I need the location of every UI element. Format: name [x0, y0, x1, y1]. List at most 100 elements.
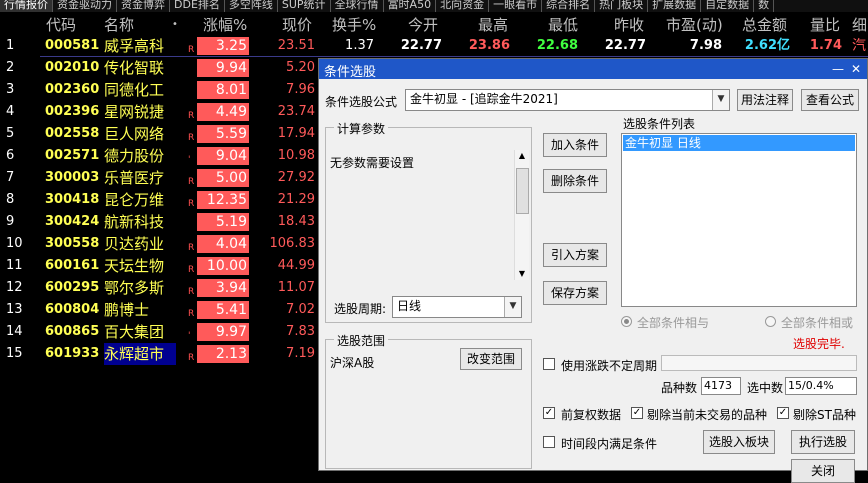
delete-condition-button[interactable]: 删除条件	[543, 169, 607, 193]
period-value: 日线	[397, 299, 422, 313]
stock-code: 600804	[45, 302, 100, 317]
tab-dde[interactable]: DDE排名	[170, 0, 225, 12]
row-index: 11	[6, 258, 23, 273]
selected-value: 15/0.4%	[785, 377, 857, 395]
radio-and-label: 全部条件相与	[637, 316, 710, 330]
scope-group: 选股范围 沪深A股 改变范围	[325, 332, 532, 469]
add-to-board-button[interactable]: 选股入板块	[703, 430, 775, 454]
tab-fund-drive[interactable]: 资金驱动力	[53, 0, 117, 12]
header-star: •	[172, 19, 178, 30]
tab-long-short[interactable]: 多空阵线	[225, 0, 278, 12]
condition-list[interactable]: 金牛初显 日线	[621, 133, 857, 307]
save-plan-button[interactable]: 保存方案	[543, 281, 607, 305]
selected-label: 选中数	[747, 381, 784, 395]
pre-adjust-checkbox[interactable]: ✓	[543, 407, 555, 419]
view-formula-button[interactable]: 查看公式	[801, 89, 859, 111]
close-icon[interactable]: ✕	[849, 62, 863, 76]
tab-a50[interactable]: 富时A50	[384, 0, 437, 12]
tab-quote[interactable]: 行情报价	[0, 0, 53, 12]
header-code[interactable]: 代码	[46, 14, 76, 36]
exclude-suspended-checkbox[interactable]: ✓	[631, 407, 643, 419]
time-range-checkbox[interactable]	[543, 436, 555, 448]
exclude-st-checkbox[interactable]: ✓	[777, 407, 789, 419]
use-volatile-period-checkbox[interactable]	[543, 358, 555, 370]
header-turnover[interactable]: 换手%	[332, 14, 376, 36]
stock-code: 000581	[45, 38, 100, 53]
formula-label: 条件选股公式	[325, 95, 398, 109]
tab-custom[interactable]: 自定数据	[701, 0, 755, 12]
tab-hot-sector[interactable]: 热门板块	[595, 0, 649, 12]
pre-adjust-label: 前复权数据	[561, 408, 622, 422]
header-high[interactable]: 最高	[478, 14, 508, 36]
header-industry[interactable]: 细	[852, 14, 867, 36]
industry: 汽	[852, 38, 866, 54]
change-pct: 12.35	[197, 191, 249, 209]
tab-ranking[interactable]: 综合排名	[542, 0, 596, 12]
current-price: 17.94	[277, 126, 315, 141]
stock-code: 002558	[45, 126, 100, 141]
stock-code: 300424	[45, 214, 100, 229]
tab-fund-game[interactable]: 资金博弈	[117, 0, 170, 12]
scroll-thumb[interactable]	[516, 168, 529, 214]
tab-extended[interactable]: 扩展数据	[648, 0, 702, 12]
stock-code: 600161	[45, 258, 100, 273]
pe-ratio: 7.98	[689, 38, 722, 53]
period-label: 选股周期:	[334, 302, 387, 316]
change-scope-button[interactable]: 改变范围	[460, 348, 522, 370]
tab-overview[interactable]: 一眼看市	[489, 0, 543, 12]
tab-northbound[interactable]: 北向资金	[436, 0, 490, 12]
header-name[interactable]: 名称	[104, 14, 134, 36]
current-price: 7.96	[286, 82, 315, 97]
tab-sup[interactable]: SUP统计	[278, 0, 331, 12]
formula-value: 金牛初显 - [追踪金牛2021]	[410, 92, 558, 106]
stock-name: 昆仑万维	[104, 191, 165, 209]
table-row[interactable]: 1 000581 威孚高科 R 3.25 23.51 1.37 22.77 23…	[0, 35, 868, 57]
chevron-down-icon[interactable]: ▼	[504, 297, 521, 317]
header-amount[interactable]: 总金额	[742, 14, 787, 36]
stock-name: 巨人网络	[104, 125, 165, 143]
period-select[interactable]: 日线 ▼	[392, 296, 522, 318]
header-pe[interactable]: 市盈(动)	[666, 14, 723, 36]
load-plan-button[interactable]: 引入方案	[543, 243, 607, 267]
header-pct[interactable]: 涨幅%	[203, 14, 247, 36]
current-price: 23.74	[277, 104, 315, 119]
change-pct: 9.04	[197, 147, 249, 165]
add-condition-button[interactable]: 加入条件	[543, 133, 607, 157]
scope-title: 选股范围	[334, 332, 389, 349]
tab-more[interactable]: 数	[754, 0, 775, 12]
radio-and[interactable]	[621, 316, 632, 327]
current-price: 5.20	[286, 60, 315, 75]
current-price: 18.43	[277, 214, 315, 229]
tab-global[interactable]: 全球行情	[331, 0, 384, 12]
count-value: 4173	[701, 377, 741, 395]
close-button[interactable]: 关闭	[791, 459, 855, 483]
calc-params-title: 计算参数	[334, 120, 389, 137]
row-index: 7	[6, 170, 15, 185]
header-open[interactable]: 今开	[408, 14, 438, 36]
radio-or[interactable]	[765, 316, 776, 327]
minimize-icon[interactable]: —	[831, 62, 845, 76]
stock-code: 300418	[45, 192, 100, 207]
execute-button[interactable]: 执行选股	[791, 430, 855, 454]
dialog-titlebar[interactable]: 条件选股 — ✕	[319, 59, 867, 80]
scope-value: 沪深A股	[330, 356, 375, 370]
header-low[interactable]: 最低	[548, 14, 578, 36]
row-index: 12	[6, 280, 23, 295]
formula-select[interactable]: 金牛初显 - [追踪金牛2021] ▼	[405, 89, 730, 111]
header-price[interactable]: 现价	[282, 14, 312, 36]
condition-list-title: 选股条件列表	[623, 117, 696, 131]
row-index: 2	[6, 60, 15, 75]
exclude-st-label: 剔除ST品种	[793, 408, 856, 422]
change-pct: 10.00	[197, 257, 249, 275]
chevron-down-icon[interactable]: ▼	[712, 90, 729, 110]
header-vol-ratio[interactable]: 量比	[810, 14, 840, 36]
params-scrollbar[interactable]: ▲ ▼	[514, 150, 529, 280]
margin-mark: R	[188, 353, 195, 363]
condition-item[interactable]: 金牛初显 日线	[623, 135, 855, 151]
stock-code: 300558	[45, 236, 100, 251]
scroll-up-icon[interactable]: ▲	[515, 150, 529, 162]
scroll-down-icon[interactable]: ▼	[515, 268, 529, 280]
usage-note-button[interactable]: 用法注释	[737, 89, 793, 111]
header-prev-close[interactable]: 昨收	[614, 14, 644, 36]
change-pct: 4.49	[197, 103, 249, 121]
